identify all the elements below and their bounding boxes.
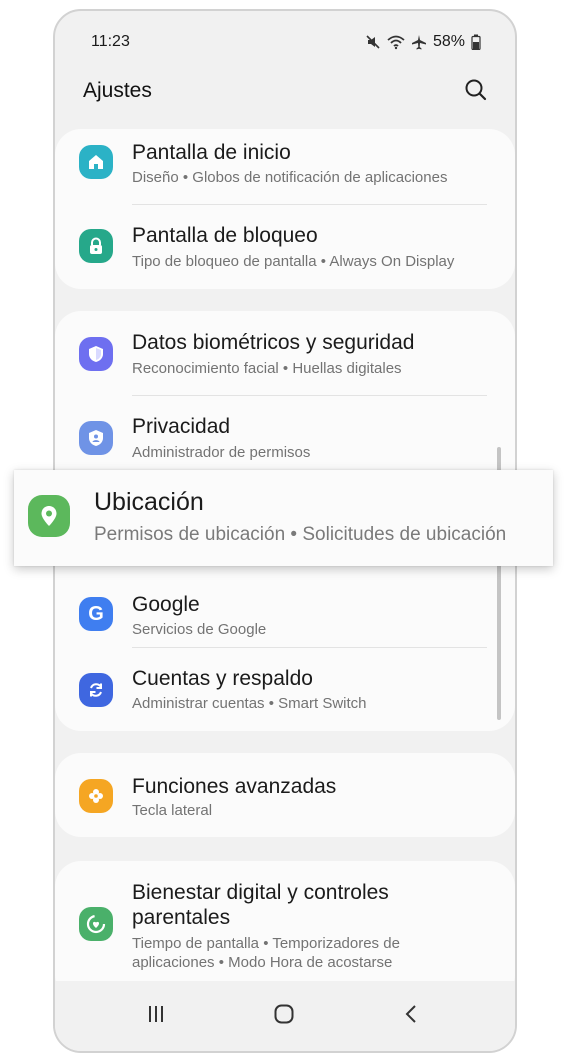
setting-location-highlight[interactable]: Ubicación Permisos de ubicación • Solici…	[14, 470, 553, 566]
page-title: Ajustes	[83, 79, 152, 102]
wifi-icon	[387, 34, 405, 50]
setting-subtitle-line2: aplicaciones • Modo Hora de acostarse	[132, 954, 393, 971]
puzzle-icon	[79, 779, 113, 813]
shield-icon	[79, 337, 113, 371]
setting-advanced-features[interactable]: Funciones avanzadas Tecla lateral	[55, 753, 515, 837]
back-icon	[402, 1004, 422, 1029]
setting-subtitle: Permisos de ubicación • Solicitudes de u…	[94, 524, 507, 545]
setting-subtitle: Diseño • Globos de notificación de aplic…	[132, 169, 448, 186]
setting-title: Pantalla de bloqueo	[132, 224, 318, 247]
divider	[132, 204, 487, 205]
setting-title-line1: Bienestar digital y controles	[132, 881, 389, 904]
setting-subtitle: Reconocimiento facial • Huellas digitale…	[132, 360, 402, 377]
setting-title: Pantalla de inicio	[132, 141, 291, 164]
status-time: 11:23	[91, 33, 130, 50]
setting-digital-wellbeing[interactable]: Bienestar digital y controles parentales…	[55, 861, 515, 991]
setting-google[interactable]: G Google Servicios de Google	[55, 573, 515, 657]
setting-subtitle: Tecla lateral	[132, 802, 213, 819]
recents-icon	[146, 1004, 166, 1029]
privacy-icon	[79, 421, 113, 455]
lock-icon	[79, 229, 113, 263]
setting-subtitle: Servicios de Google	[132, 621, 267, 638]
battery-percent: 58%	[432, 33, 465, 50]
setting-subtitle: Administrar cuentas • Smart Switch	[132, 695, 367, 712]
settings-card-display: Pantalla de inicio Diseño • Globos de no…	[55, 129, 515, 289]
search-icon	[461, 79, 491, 109]
setting-accounts-backup[interactable]: Cuentas y respaldo Administrar cuentas •…	[55, 647, 515, 731]
setting-privacy[interactable]: Privacidad Administrador de permisos	[55, 395, 515, 471]
settings-card-advanced: Funciones avanzadas Tecla lateral	[55, 753, 515, 837]
setting-biometrics[interactable]: Datos biométricos y seguridad Reconocimi…	[55, 311, 515, 395]
location-pin-icon	[28, 495, 70, 537]
battery-icon	[471, 34, 481, 50]
sync-icon	[79, 673, 113, 707]
home-nav-icon	[273, 1003, 295, 1030]
setting-title: Privacidad	[132, 415, 231, 438]
setting-title: Datos biométricos y seguridad	[132, 331, 415, 354]
settings-header: Ajustes	[83, 75, 491, 109]
status-bar: 11:23 58%	[91, 33, 481, 55]
home-nav-button[interactable]	[267, 999, 301, 1033]
settings-card-wellbeing: Bienestar digital y controles parentales…	[55, 861, 515, 1001]
setting-title: Cuentas y respaldo	[132, 667, 313, 690]
navigation-bar	[55, 981, 515, 1051]
mute-icon	[365, 34, 381, 50]
recents-button[interactable]	[139, 999, 173, 1033]
setting-lock-screen[interactable]: Pantalla de bloqueo Tipo de bloqueo de p…	[55, 209, 515, 289]
setting-title-line2: parentales	[132, 906, 231, 929]
back-button[interactable]	[395, 999, 429, 1033]
airplane-icon	[411, 34, 427, 50]
wellbeing-icon	[79, 907, 113, 941]
setting-subtitle-line1: Tiempo de pantalla • Temporizadores de	[132, 935, 400, 952]
home-icon	[79, 145, 113, 179]
google-icon: G	[79, 597, 113, 631]
setting-title: Google	[132, 593, 200, 616]
setting-subtitle: Tipo de bloqueo de pantalla • Always On …	[132, 253, 455, 270]
search-button[interactable]	[461, 75, 491, 105]
setting-title: Ubicación	[94, 488, 204, 516]
setting-home-screen[interactable]: Pantalla de inicio Diseño • Globos de no…	[55, 129, 515, 209]
setting-subtitle: Administrador de permisos	[132, 444, 311, 461]
setting-title: Funciones avanzadas	[132, 775, 337, 798]
